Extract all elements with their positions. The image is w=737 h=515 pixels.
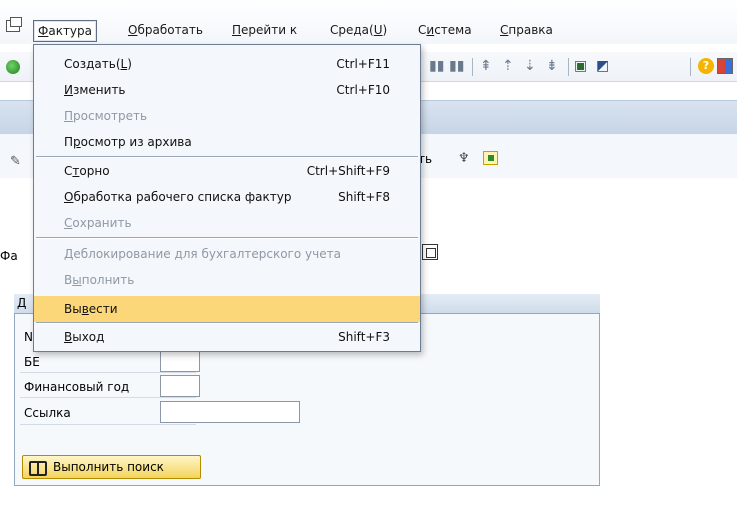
menu-system[interactable]: Система <box>414 20 476 42</box>
execute-search-button[interactable]: Выполнить поиск <box>22 455 201 479</box>
menu-item-change[interactable]: Изменить Ctrl+F10 <box>34 78 420 102</box>
binoculars-icon <box>29 460 47 476</box>
shortcut-label: Ctrl+F11 <box>336 57 390 71</box>
field-label-reference: Ссылка <box>24 406 71 420</box>
menu-item-save: Сохранить <box>64 216 132 230</box>
menu-item-execute: Выполнить <box>64 273 135 287</box>
menu-item-exit[interactable]: Выход Shift+F3 <box>34 325 420 349</box>
field-divider <box>20 372 196 373</box>
toolbar-separator <box>472 58 473 76</box>
help-icon[interactable]: ? <box>698 58 714 74</box>
first-page-icon[interactable]: ⇞ <box>480 58 492 74</box>
shortcut-label: Ctrl+Shift+F9 <box>306 164 390 178</box>
menu-window-icon[interactable] <box>6 17 22 32</box>
company-code-input[interactable] <box>160 350 200 372</box>
field-label: N <box>24 330 33 344</box>
group-title: Д <box>17 296 27 310</box>
shortcut-icon[interactable]: ◩ <box>596 58 609 74</box>
hierarchy-icon[interactable]: ♆ <box>458 151 470 166</box>
toolbar-separator <box>568 58 569 76</box>
menu-item-cancel[interactable]: Сторно Ctrl+Shift+F9 <box>34 159 420 183</box>
field-divider <box>20 424 196 425</box>
layout-menu-icon[interactable] <box>717 58 733 74</box>
menu-edit[interactable]: Обработать <box>124 20 207 42</box>
menu-item-release-accounting: Деблокирование для бухгалтерского учета <box>64 247 341 261</box>
fiscal-year-input[interactable] <box>160 375 200 397</box>
toolbar-separator <box>690 58 691 76</box>
menu-item-display-archive[interactable]: Просмотр из архива <box>34 130 420 154</box>
previous-page-icon[interactable]: ⇡ <box>502 58 514 74</box>
shortcut-label: Shift+F3 <box>338 330 390 344</box>
menu-separator <box>36 156 418 158</box>
shortcut-label: Ctrl+F10 <box>336 83 390 97</box>
field-label-fiscal-year: Финансовый год <box>24 380 130 394</box>
new-session-icon[interactable]: ▣ <box>574 58 587 74</box>
menu-help[interactable]: Справка <box>496 20 557 42</box>
execute-search-label: Выполнить поиск <box>53 460 164 474</box>
shortcut-label: Shift+F8 <box>338 190 390 204</box>
enter-icon[interactable] <box>6 60 20 74</box>
menu-item-output[interactable]: Вывести <box>34 296 420 322</box>
document-icon[interactable] <box>483 151 498 165</box>
menu-goto[interactable]: Перейти к <box>228 20 301 42</box>
menu-environment[interactable]: Среда(U) <box>326 20 391 42</box>
find-icon[interactable]: ▮▮ <box>429 58 444 74</box>
menu-item-display: Просмотреть <box>64 109 148 123</box>
last-page-icon[interactable]: ⇟ <box>546 58 558 74</box>
menu-item-process-worklist[interactable]: Обработка рабочего списка фактур Shift+F8 <box>34 185 420 209</box>
next-page-icon[interactable]: ⇣ <box>524 58 536 74</box>
menu-separator <box>36 322 418 324</box>
invoice-field-label: Фа <box>0 249 18 263</box>
field-divider <box>20 397 196 398</box>
edit-icon[interactable]: ✎ <box>10 154 21 169</box>
menu-separator <box>36 237 418 239</box>
menu-item-create[interactable]: Создать(L) Ctrl+F11 <box>34 52 420 76</box>
open-document-icon[interactable] <box>422 244 438 260</box>
reference-input[interactable] <box>160 401 300 423</box>
find-next-icon[interactable]: ▮▮ <box>449 58 464 74</box>
menu-invoice[interactable]: Фактура <box>33 20 98 42</box>
field-label-company-code: БЕ <box>24 355 40 369</box>
